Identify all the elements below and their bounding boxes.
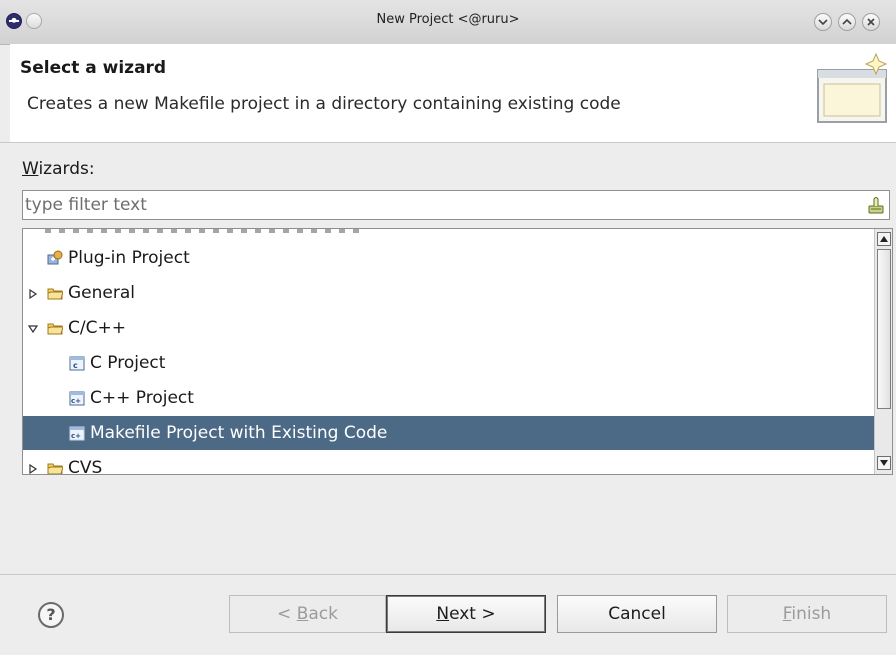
tree-item-c-cpp[interactable]: C/C++: [23, 311, 874, 345]
title-bar: New Project <@ruru>: [0, 0, 896, 45]
back-button[interactable]: < Back: [229, 595, 386, 633]
cpp-project-icon: c+: [69, 391, 85, 406]
new-wizard-banner-icon: [817, 52, 888, 123]
page-description: Creates a new Makefile project in a dire…: [27, 94, 621, 114]
scroll-up-button[interactable]: [877, 232, 891, 246]
close-icon: [867, 18, 875, 26]
arrow-up-icon: [880, 236, 888, 242]
maximize-button[interactable]: [838, 13, 856, 31]
makefile-project-icon: c+: [69, 426, 85, 441]
clear-filter-icon[interactable]: [866, 195, 886, 215]
svg-text:c: c: [73, 361, 78, 370]
help-button[interactable]: ?: [38, 602, 64, 628]
wizards-label: Wizards:: [22, 159, 95, 179]
expand-arrow-icon[interactable]: [26, 464, 40, 474]
clipped-row-fragment: [45, 229, 365, 233]
chevron-down-icon: [818, 19, 828, 26]
arrow-down-icon: [880, 460, 888, 466]
wizard-header: Select a wizard Creates a new Makefile p…: [10, 44, 896, 142]
minimize-button[interactable]: [814, 13, 832, 31]
folder-icon: [47, 323, 63, 335]
svg-text:c+: c+: [71, 432, 81, 440]
tree-item-c-project[interactable]: c C Project: [23, 346, 874, 380]
scroll-down-button[interactable]: [877, 456, 891, 470]
tree-scrollbar[interactable]: [874, 229, 892, 474]
filter-field[interactable]: [22, 190, 890, 220]
svg-text:c+: c+: [71, 397, 81, 405]
folder-icon: [47, 463, 63, 474]
tree-item-cvs[interactable]: CVS: [23, 451, 874, 474]
page-title: Select a wizard: [20, 58, 167, 78]
collapse-arrow-icon[interactable]: [26, 324, 40, 334]
finish-button[interactable]: Finish: [727, 595, 887, 633]
cancel-button[interactable]: Cancel: [557, 595, 717, 633]
filter-input[interactable]: [25, 192, 845, 218]
c-project-icon: c: [69, 356, 85, 371]
next-button[interactable]: Next >: [386, 595, 546, 633]
scroll-thumb[interactable]: [877, 249, 891, 409]
tree-item-cpp-project[interactable]: c+ C++ Project: [23, 381, 874, 415]
tree-item-general[interactable]: General: [23, 276, 874, 310]
header-separator: [0, 142, 896, 143]
tree-item-plugin-project[interactable]: Plug-in Project: [23, 241, 874, 275]
folder-icon: [47, 288, 63, 300]
button-bar-separator: [0, 574, 896, 575]
tree-item-makefile-project[interactable]: c+ Makefile Project with Existing Code: [23, 416, 874, 450]
wizard-tree[interactable]: Plug-in Project General C/C++ c C Projec…: [22, 228, 893, 475]
expand-arrow-icon[interactable]: [26, 289, 40, 299]
chevron-up-icon: [842, 18, 852, 25]
close-button[interactable]: [862, 13, 880, 31]
plugin-project-icon: [47, 250, 63, 265]
window-title: New Project <@ruru>: [376, 12, 520, 27]
